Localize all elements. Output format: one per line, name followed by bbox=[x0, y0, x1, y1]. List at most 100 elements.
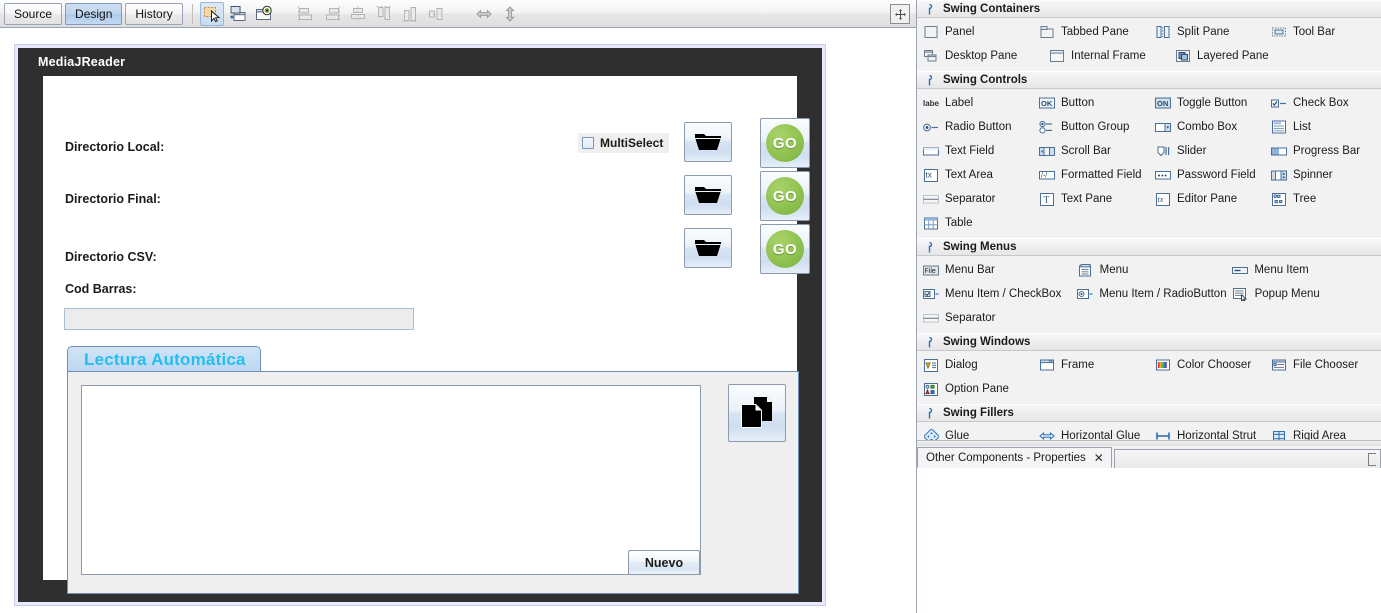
palette-item-slider[interactable]: Slider bbox=[1149, 143, 1265, 159]
view-tab-source[interactable]: Source bbox=[4, 2, 63, 25]
tab-lectura-automatica[interactable]: Lectura Automática bbox=[67, 346, 261, 372]
palette-item-scroll-bar[interactable]: Scroll Bar bbox=[1033, 143, 1149, 159]
multiselect-label: MultiSelect bbox=[600, 136, 664, 150]
palette-item-menu-bar[interactable]: File Menu Bar bbox=[917, 262, 1072, 278]
palette-panel[interactable]: Swing Containers Panel Tabbed Pane Split… bbox=[917, 0, 1381, 440]
password-field-icon bbox=[1155, 167, 1171, 183]
palette-item-button-group[interactable]: Button Group bbox=[1033, 119, 1149, 135]
palette-item-split-pane[interactable]: Split Pane bbox=[1149, 24, 1265, 40]
view-tab-design[interactable]: Design bbox=[65, 2, 123, 25]
palette-item-label: Button Group bbox=[1061, 121, 1130, 133]
tree-icon bbox=[1271, 191, 1287, 207]
go-csv-button[interactable]: GO bbox=[760, 224, 810, 274]
palette-group-header-swing-controls[interactable]: Swing Controls bbox=[917, 71, 1381, 89]
tool-bar-icon bbox=[1271, 24, 1287, 40]
palette-item-label[interactable]: label Label bbox=[917, 95, 1033, 111]
palette-group-header-swing-windows[interactable]: Swing Windows bbox=[917, 333, 1381, 351]
palette-item-desktop-pane[interactable]: Desktop Pane bbox=[917, 48, 1043, 64]
browse-final-button[interactable] bbox=[684, 175, 732, 215]
palette-item-color-chooser[interactable]: Color Chooser bbox=[1149, 357, 1265, 373]
palette-item-menu-item[interactable]: Menu Item bbox=[1226, 262, 1381, 278]
folder-icon bbox=[695, 187, 721, 203]
align-bottom-icon[interactable] bbox=[398, 2, 422, 26]
palette-item-tabbed-pane[interactable]: Tabbed Pane bbox=[1033, 24, 1149, 40]
palette-item-menu[interactable]: Menu bbox=[1072, 262, 1227, 278]
palette-item-text-pane[interactable]: T Text Pane bbox=[1033, 191, 1149, 207]
log-textarea[interactable] bbox=[81, 385, 701, 575]
palette-item-text-area[interactable]: tx Text Area bbox=[917, 167, 1033, 183]
horizontal-glue-icon bbox=[1039, 428, 1055, 440]
selection-mode-icon[interactable] bbox=[199, 1, 224, 26]
editor-pane-icon: tx bbox=[1155, 191, 1171, 207]
nuevo-button[interactable]: Nuevo bbox=[628, 550, 700, 575]
align-left-icon[interactable] bbox=[294, 2, 318, 26]
palette-item-text-field[interactable]: Text Field bbox=[917, 143, 1033, 159]
palette-item-rigid-area[interactable]: Rigid Area bbox=[1265, 428, 1381, 440]
palette-item-check-box[interactable]: Check Box bbox=[1265, 95, 1381, 111]
copy-documents-button[interactable] bbox=[728, 384, 786, 442]
palette-item-toggle-button[interactable]: ON Toggle Button bbox=[1149, 95, 1265, 111]
go-local-button[interactable]: GO bbox=[760, 118, 810, 168]
palette-item-table[interactable]: Table bbox=[917, 215, 1043, 231]
svg-text:tx: tx bbox=[1158, 195, 1164, 204]
align-top-icon[interactable] bbox=[372, 2, 396, 26]
palette-row: Glue Horizontal Glue Horizontal Strut Ri… bbox=[917, 424, 1381, 440]
palette-item-radio-button[interactable]: Radio Button bbox=[917, 119, 1033, 135]
palette-group-header-swing-menus[interactable]: Swing Menus bbox=[917, 238, 1381, 256]
align-center-vertical-icon[interactable] bbox=[424, 2, 448, 26]
designed-jframe[interactable]: MediaJReader Directorio Local: MultiSele… bbox=[18, 48, 822, 602]
palette-item-combo-box[interactable]: Combo Box bbox=[1149, 119, 1265, 135]
design-canvas[interactable]: MediaJReader Directorio Local: MultiSele… bbox=[0, 29, 916, 613]
palette-group-header-swing-containers[interactable]: Swing Containers bbox=[917, 0, 1381, 18]
palette-item-glue[interactable]: Glue bbox=[917, 428, 1033, 440]
lectura-automatica-tabbed-pane[interactable]: Lectura Automática Nuevo bbox=[67, 346, 799, 594]
palette-item-frame[interactable]: Frame bbox=[1033, 357, 1149, 373]
close-icon[interactable]: ✕ bbox=[1094, 452, 1104, 464]
svg-text:OK: OK bbox=[1041, 99, 1053, 108]
browse-csv-button[interactable] bbox=[684, 228, 732, 268]
palette-item-tool-bar[interactable]: Tool Bar bbox=[1265, 24, 1381, 40]
palette-item-internal-frame[interactable]: Internal Frame bbox=[1043, 48, 1169, 64]
palette-item-password-field[interactable]: Password Field bbox=[1149, 167, 1265, 183]
preview-design-icon[interactable] bbox=[252, 2, 276, 26]
resize-vertical-icon[interactable] bbox=[498, 2, 522, 26]
palette-item-formatted-field[interactable]: /-/ Formatted Field bbox=[1033, 167, 1149, 183]
align-center-horizontal-icon[interactable] bbox=[346, 2, 370, 26]
tab-other-components-properties[interactable]: Other Components - Properties ✕ bbox=[917, 447, 1112, 468]
palette-item-label: Tool Bar bbox=[1293, 26, 1336, 38]
palette-item-file-chooser[interactable]: File Chooser bbox=[1265, 357, 1381, 373]
palette-item-menu-item-checkbox[interactable]: Menu Item / CheckBox bbox=[917, 286, 1071, 302]
palette-item-progress-bar[interactable]: Progress Bar bbox=[1265, 143, 1381, 159]
palette-item-list[interactable]: List bbox=[1265, 119, 1381, 135]
palette-item-editor-pane[interactable]: tx Editor Pane bbox=[1149, 191, 1265, 207]
palette-item-popup-menu[interactable]: Popup Menu bbox=[1227, 286, 1381, 302]
palette-item-separator[interactable]: Separator bbox=[917, 191, 1033, 207]
view-tab-history[interactable]: History bbox=[125, 2, 183, 25]
barcode-input[interactable] bbox=[64, 308, 414, 330]
palette-item-layered-pane[interactable]: Layered Pane bbox=[1169, 48, 1295, 64]
palette-group-header-swing-fillers[interactable]: Swing Fillers bbox=[917, 404, 1381, 422]
folder-icon bbox=[695, 134, 721, 150]
palette-item-label: Popup Menu bbox=[1254, 288, 1320, 300]
palette-item-menu-separator[interactable]: Separator bbox=[917, 310, 1075, 326]
palette-item-spinner[interactable]: Spinner bbox=[1265, 167, 1381, 183]
palette-item-horizontal-glue[interactable]: Horizontal Glue bbox=[1033, 428, 1149, 440]
resize-horizontal-icon[interactable] bbox=[472, 2, 496, 26]
palette-item-dialog[interactable]: Dialog bbox=[917, 357, 1033, 373]
connection-mode-icon[interactable] bbox=[226, 2, 250, 26]
palette-item-option-pane[interactable]: Option Pane bbox=[917, 381, 1043, 397]
frame-content-pane[interactable]: Directorio Local: MultiSelect GO Directo… bbox=[43, 76, 810, 594]
palette-group-body-swing-containers: Panel Tabbed Pane Split Pane Tool Bar De… bbox=[917, 18, 1381, 71]
maximize-window-icon[interactable] bbox=[890, 4, 910, 24]
multiselect-checkbox[interactable]: MultiSelect bbox=[578, 133, 670, 153]
palette-item-horizontal-strut[interactable]: Horizontal Strut bbox=[1149, 428, 1265, 440]
palette-item-panel[interactable]: Panel bbox=[917, 24, 1033, 40]
align-right-icon[interactable] bbox=[320, 2, 344, 26]
browse-local-button[interactable] bbox=[684, 122, 732, 162]
palette-item-button[interactable]: OK Button bbox=[1033, 95, 1149, 111]
go-final-button[interactable]: GO bbox=[760, 171, 810, 221]
palette-item-tree[interactable]: Tree bbox=[1265, 191, 1381, 207]
palette-item-label: Tree bbox=[1293, 193, 1317, 205]
palette-item-menu-item-radiobutton[interactable]: Menu Item / RadioButton bbox=[1071, 286, 1227, 302]
table-icon bbox=[923, 215, 939, 231]
